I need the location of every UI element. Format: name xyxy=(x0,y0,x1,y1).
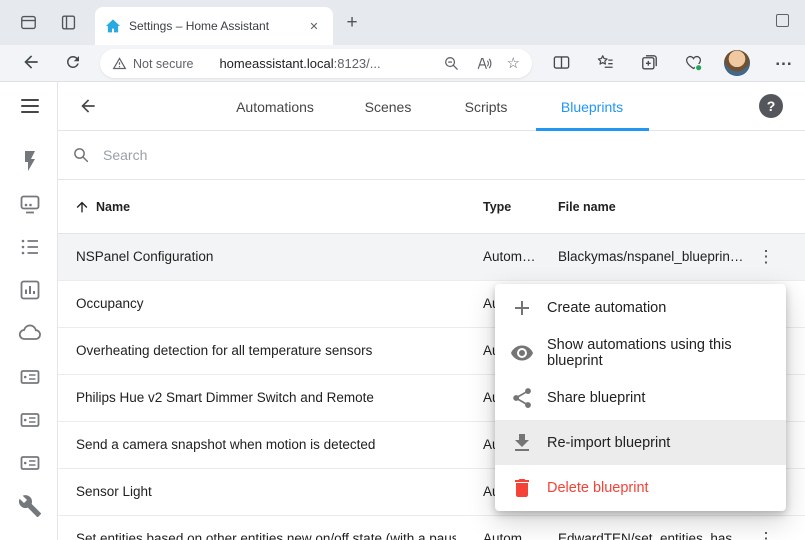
menu-item-create-automation[interactable]: Create automation xyxy=(495,285,786,330)
blueprint-context-menu: Create automation Show automations using… xyxy=(495,284,786,511)
menu-item-delete-blueprint[interactable]: Delete blueprint xyxy=(495,465,786,510)
favorite-star-icon[interactable]: ☆ xyxy=(507,55,520,72)
tab-actions-icon[interactable] xyxy=(19,13,38,32)
trash-icon xyxy=(510,476,534,500)
menu-item-label: Create automation xyxy=(547,300,666,316)
server-icon-1[interactable] xyxy=(18,365,42,389)
search-row xyxy=(58,131,805,180)
profile-avatar[interactable] xyxy=(724,50,750,76)
eye-icon xyxy=(510,341,534,365)
menu-item-label: Show automations using this blueprint xyxy=(547,337,786,369)
menu-item-share-blueprint[interactable]: Share blueprint xyxy=(495,375,786,420)
tab-scenes[interactable]: Scenes xyxy=(365,99,412,115)
security-status[interactable]: Not secure xyxy=(133,57,193,71)
device-panel-icon[interactable] xyxy=(18,192,42,216)
table-row[interactable]: NSPanel Configuration Autom… Blackymas/n… xyxy=(58,234,805,281)
read-aloud-icon[interactable] xyxy=(475,55,492,72)
browser-tab[interactable]: Settings – Home Assistant ✕ xyxy=(95,7,333,45)
row-name: Occupancy xyxy=(76,296,144,311)
new-tab-button[interactable]: + xyxy=(341,12,363,34)
row-name: Sensor Light xyxy=(76,484,152,499)
search-input[interactable] xyxy=(101,146,405,164)
tools-wrench-icon[interactable] xyxy=(18,494,42,518)
row-name: Overheating detection for all temperatur… xyxy=(76,343,372,358)
table-header: Name Type File name xyxy=(58,180,805,234)
tab-scripts[interactable]: Scripts xyxy=(465,99,508,115)
history-chart-icon[interactable] xyxy=(18,278,42,302)
row-file: Blackymas/nspanel_blueprin… xyxy=(558,249,743,264)
tab-automations[interactable]: Automations xyxy=(236,99,314,115)
tab-title: Settings – Home Assistant xyxy=(129,19,301,33)
row-name: NSPanel Configuration xyxy=(76,249,213,264)
menu-item-label: Re-import blueprint xyxy=(547,435,670,451)
url-path: :8123/... xyxy=(334,56,381,71)
browser-menu-icon[interactable]: ... xyxy=(772,48,796,72)
row-type: Autom… xyxy=(483,249,536,264)
column-header-file[interactable]: File name xyxy=(558,200,616,214)
home-assistant-favicon xyxy=(105,18,121,34)
table-row[interactable]: Set entities based on other entities new… xyxy=(58,516,805,540)
column-header-name[interactable]: Name xyxy=(96,200,130,214)
download-icon xyxy=(510,431,534,455)
warning-icon xyxy=(112,56,127,71)
browser-window: Settings – Home Assistant ✕ + Not secure… xyxy=(0,0,805,540)
zoom-out-icon[interactable] xyxy=(443,55,460,72)
address-bar[interactable]: Not secure homeassistant.local:8123/... … xyxy=(100,49,532,78)
browser-essentials-icon[interactable] xyxy=(684,53,703,72)
row-type: Autom… xyxy=(483,531,536,540)
sort-ascending-icon[interactable] xyxy=(74,199,90,215)
collections-add-icon[interactable] xyxy=(640,53,659,72)
row-overflow-icon[interactable]: ⋮ xyxy=(754,245,778,269)
column-header-type[interactable]: Type xyxy=(483,200,511,214)
maximize-icon[interactable] xyxy=(776,14,789,27)
workspaces-icon[interactable] xyxy=(59,13,78,32)
sidebar-menu-icon[interactable] xyxy=(21,99,39,113)
browser-titlebar: Settings – Home Assistant ✕ + xyxy=(0,0,805,45)
help-icon[interactable]: ? xyxy=(759,94,783,118)
back-icon[interactable] xyxy=(21,52,41,72)
menu-item-show-automations[interactable]: Show automations using this blueprint xyxy=(495,330,786,375)
app-back-icon[interactable] xyxy=(78,96,98,116)
logbook-list-icon[interactable] xyxy=(18,235,42,259)
menu-item-reimport-blueprint[interactable]: Re-import blueprint xyxy=(495,420,786,465)
row-name: Send a camera snapshot when motion is de… xyxy=(76,437,375,452)
menu-item-label: Share blueprint xyxy=(547,390,645,406)
share-icon xyxy=(510,386,534,410)
search-icon xyxy=(72,146,90,164)
cloud-icon[interactable] xyxy=(18,321,42,345)
row-file: EdwardTEN/set_entities_has… xyxy=(558,531,746,540)
url-host: homeassistant.local xyxy=(219,56,333,71)
split-screen-icon[interactable] xyxy=(552,53,571,72)
server-icon-2[interactable] xyxy=(18,408,42,432)
row-name: Philips Hue v2 Smart Dimmer Switch and R… xyxy=(76,390,374,405)
tab-blueprints[interactable]: Blueprints xyxy=(561,99,623,115)
close-tab-icon[interactable]: ✕ xyxy=(305,17,323,35)
energy-lightning-icon[interactable] xyxy=(18,149,42,173)
server-icon-3[interactable] xyxy=(18,451,42,475)
url-text[interactable]: homeassistant.local:8123/... xyxy=(219,56,380,71)
favorites-hub-icon[interactable] xyxy=(596,53,615,72)
plus-icon xyxy=(510,296,534,320)
menu-item-label: Delete blueprint xyxy=(547,480,649,496)
app-header xyxy=(58,82,805,131)
row-name: Set entities based on other entities new… xyxy=(76,531,456,540)
refresh-icon[interactable] xyxy=(64,53,82,71)
row-overflow-icon[interactable]: ⋮ xyxy=(754,527,778,540)
